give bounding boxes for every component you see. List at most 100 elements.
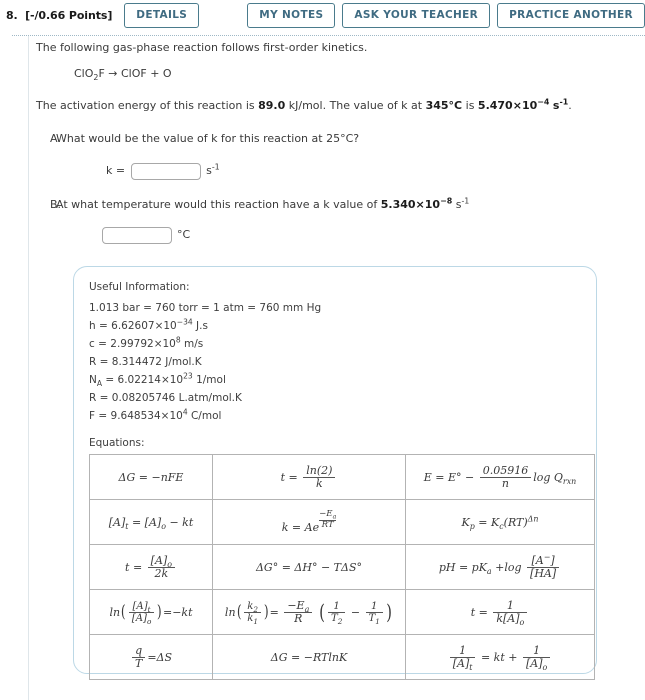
constant-gas-constant-joules: R = 8.314472 J/mol.K <box>89 353 582 371</box>
constant-gas-constant-latm: R = 0.08205746 L.atm/mol.K <box>89 389 582 407</box>
constant-c-equals: = <box>94 338 111 351</box>
constant-r2-unit: L.atm/mol.K <box>175 392 242 405</box>
reaction-products: ClOF + O <box>120 66 172 80</box>
part-b-answer-row: °C <box>102 226 637 244</box>
activation-energy-value: 89.0 <box>258 98 286 112</box>
equation-second-order-integrated: 1 [A]t = kt + 1 [A]o <box>405 634 595 681</box>
multiplication-sign: × <box>512 98 522 112</box>
constant-f-mantissa: 9.648534 <box>110 410 161 423</box>
constant-f-base: 10 <box>169 410 183 423</box>
my-notes-button[interactable]: MY NOTES <box>247 3 336 28</box>
constant-h-mantissa: 6.62607 <box>111 320 155 333</box>
equation-half-life-first-order: t = ln(2) k <box>212 454 406 501</box>
part-a-unit: s-1 <box>206 163 220 179</box>
points-label: 8. [-/0.66 Points] <box>6 9 112 22</box>
equation-arrhenius: k = Ae −Ea RT <box>212 499 406 546</box>
useful-information-panel: Useful Information: 1.013 bar = 760 torr… <box>73 266 597 681</box>
part-b-text-pre: At what temperature would this reaction … <box>56 197 381 211</box>
constant-pressure-equivalences: 1.013 bar = 760 torr = 1 atm = 760 mm Hg <box>89 302 322 314</box>
part-a-letter: A. <box>50 131 61 145</box>
activation-pre-text: The activation energy of this reaction i… <box>36 98 259 112</box>
practice-another-button[interactable]: PRACTICE ANOTHER <box>497 3 645 28</box>
constant-h-exponent: −34 <box>176 317 193 327</box>
chemical-reaction: ClO2F → ClOF + O <box>74 66 637 82</box>
constant-f-equals: = <box>95 410 111 423</box>
equation-kp-kc: Kp = Kc(RT)Δn <box>405 499 595 546</box>
question-intro-text: The following gas-phase reaction follows… <box>36 41 368 54</box>
given-k-mantissa: 5.470 <box>477 98 513 112</box>
given-k-exponent: −4 <box>537 97 550 107</box>
activation-mid-text: kJ/mol. The value of k at <box>285 98 426 112</box>
part-b: B. At what temperature would this reacti… <box>36 197 637 213</box>
constant-r-unit: J/mol.K <box>161 356 202 369</box>
constant-speed-of-light: c = 2.99792×108 m/s <box>89 335 582 353</box>
table-row: [A]t = [A]o − kt k = Ae −Ea RT Kp = Kc(RT)… <box>89 499 595 546</box>
equation-gibbs-nfe: ΔG = −nFE <box>89 454 213 501</box>
constant-r2-mantissa: 0.08205746 <box>111 392 176 405</box>
table-row: ln([A]t [A]o)=−kt ln(k2 k1)= −Ea R (1 T2 − 1… <box>89 589 595 636</box>
given-k-base: 10 <box>521 98 538 112</box>
constant-r-mantissa: 8.314472 <box>111 356 162 369</box>
part-b-text: At what temperature would this reaction … <box>56 197 637 213</box>
constant-avogadro-number: NA = 6.02214×1023 1/mol <box>89 371 582 389</box>
equation-two-point-arrhenius: ln(k2 k1)= −Ea R (1 T2 − 1 T1) <box>212 589 406 636</box>
constant-h-equals: = <box>95 320 112 333</box>
equation-zero-order-half-life: t = [A]o 2k <box>89 544 213 591</box>
reaction-arrow-icon: → <box>108 66 118 80</box>
equation-first-order-integrated: ln([A]t [A]o)=−kt <box>89 589 213 636</box>
part-a-text: What would be the value of k for this re… <box>56 131 360 145</box>
constant-c-unit: m/s <box>180 338 204 351</box>
equation-gibbs-equilibrium: ΔG = −RTlnK <box>212 634 406 681</box>
left-margin-rule <box>28 36 29 700</box>
equation-second-order-half-life: t = 1 k[A]o <box>405 589 595 636</box>
part-b-k-exponent: −8 <box>440 196 453 206</box>
constant-na-mantissa: 6.02214 <box>117 374 161 387</box>
activation-mid2-text: is <box>462 98 478 112</box>
constant-r2-equals: = <box>96 392 112 405</box>
constant-na-base: 10 <box>169 374 184 387</box>
equations-table: ΔG = −nFE t = ln(2) k E = E° − 0.05916 n lo… <box>89 454 595 681</box>
part-b-k-mantissa: 5.340 <box>380 197 416 211</box>
equation-zero-order-integrated: [A]t = [A]o − kt <box>89 499 213 546</box>
table-row: ΔG = −nFE t = ln(2) k E = E° − 0.05916 n lo… <box>89 454 595 501</box>
part-a-answer-input[interactable] <box>131 162 202 180</box>
part-b-k-unit-exponent: -1 <box>461 196 470 206</box>
part-b-multiplication-sign: × <box>415 197 425 211</box>
constant-na-times: × <box>160 374 170 387</box>
part-a-answer-row: k = s-1 <box>106 162 637 180</box>
table-row: q T =ΔS ΔG = −RTlnK 1 [A]t = kt + 1 [A]o <box>89 634 595 681</box>
equation-henderson-hasselbalch: pH = pKa +log [A−] [HA] <box>405 544 595 591</box>
equations-label: Equations: <box>89 437 145 450</box>
constant-na-exponent: 23 <box>183 371 193 381</box>
part-a-unit-exponent: -1 <box>211 162 220 172</box>
constant-faraday: F = 9.648534×104 C/mol <box>89 407 582 425</box>
question-toolbar: 8. [-/0.66 Points] DETAILS MY NOTES ASK … <box>0 0 645 31</box>
ask-your-teacher-button[interactable]: ASK YOUR TEACHER <box>342 3 491 28</box>
header-divider <box>12 35 645 36</box>
constant-na-unit: 1/mol <box>192 374 226 387</box>
constant-h-base: 10 <box>163 320 177 333</box>
given-temperature: 345°C <box>425 98 463 112</box>
given-k-unit-exponent: -1 <box>559 97 569 107</box>
details-button[interactable]: DETAILS <box>124 3 200 28</box>
reactant-formula: ClO <box>74 66 94 80</box>
question-number: 8. <box>6 9 18 22</box>
constant-na-symbol: N <box>89 374 97 387</box>
equation-gibbs-enthalpy-entropy: ΔG° = ΔH° − TΔS° <box>212 544 406 591</box>
constant-h-unit: J.s <box>192 320 208 333</box>
part-b-answer-input[interactable] <box>102 226 172 244</box>
table-row: t = [A]o 2k ΔG° = ΔH° − TΔS° pH = pKa +lo… <box>89 544 595 591</box>
part-a: A. What would be the value of k for this… <box>36 131 637 147</box>
equation-entropy-heat: q T =ΔS <box>89 634 213 681</box>
part-b-unit: °C <box>177 228 191 242</box>
activation-period: . <box>568 98 572 112</box>
part-b-letter: B. <box>50 197 62 211</box>
constant-h-symbol: h <box>89 320 96 333</box>
question-body: The following gas-phase reaction follows… <box>36 40 637 244</box>
part-a-input-prefix: k = <box>106 164 126 178</box>
constant-c-base: 10 <box>162 338 176 351</box>
equation-nernst: E = E° − 0.05916 n log Qrxn <box>405 454 595 501</box>
constant-na-equals: = <box>102 374 118 387</box>
points-value: [-/0.66 Points] <box>25 9 113 22</box>
constant-c-mantissa: 2.99792 <box>110 338 154 351</box>
